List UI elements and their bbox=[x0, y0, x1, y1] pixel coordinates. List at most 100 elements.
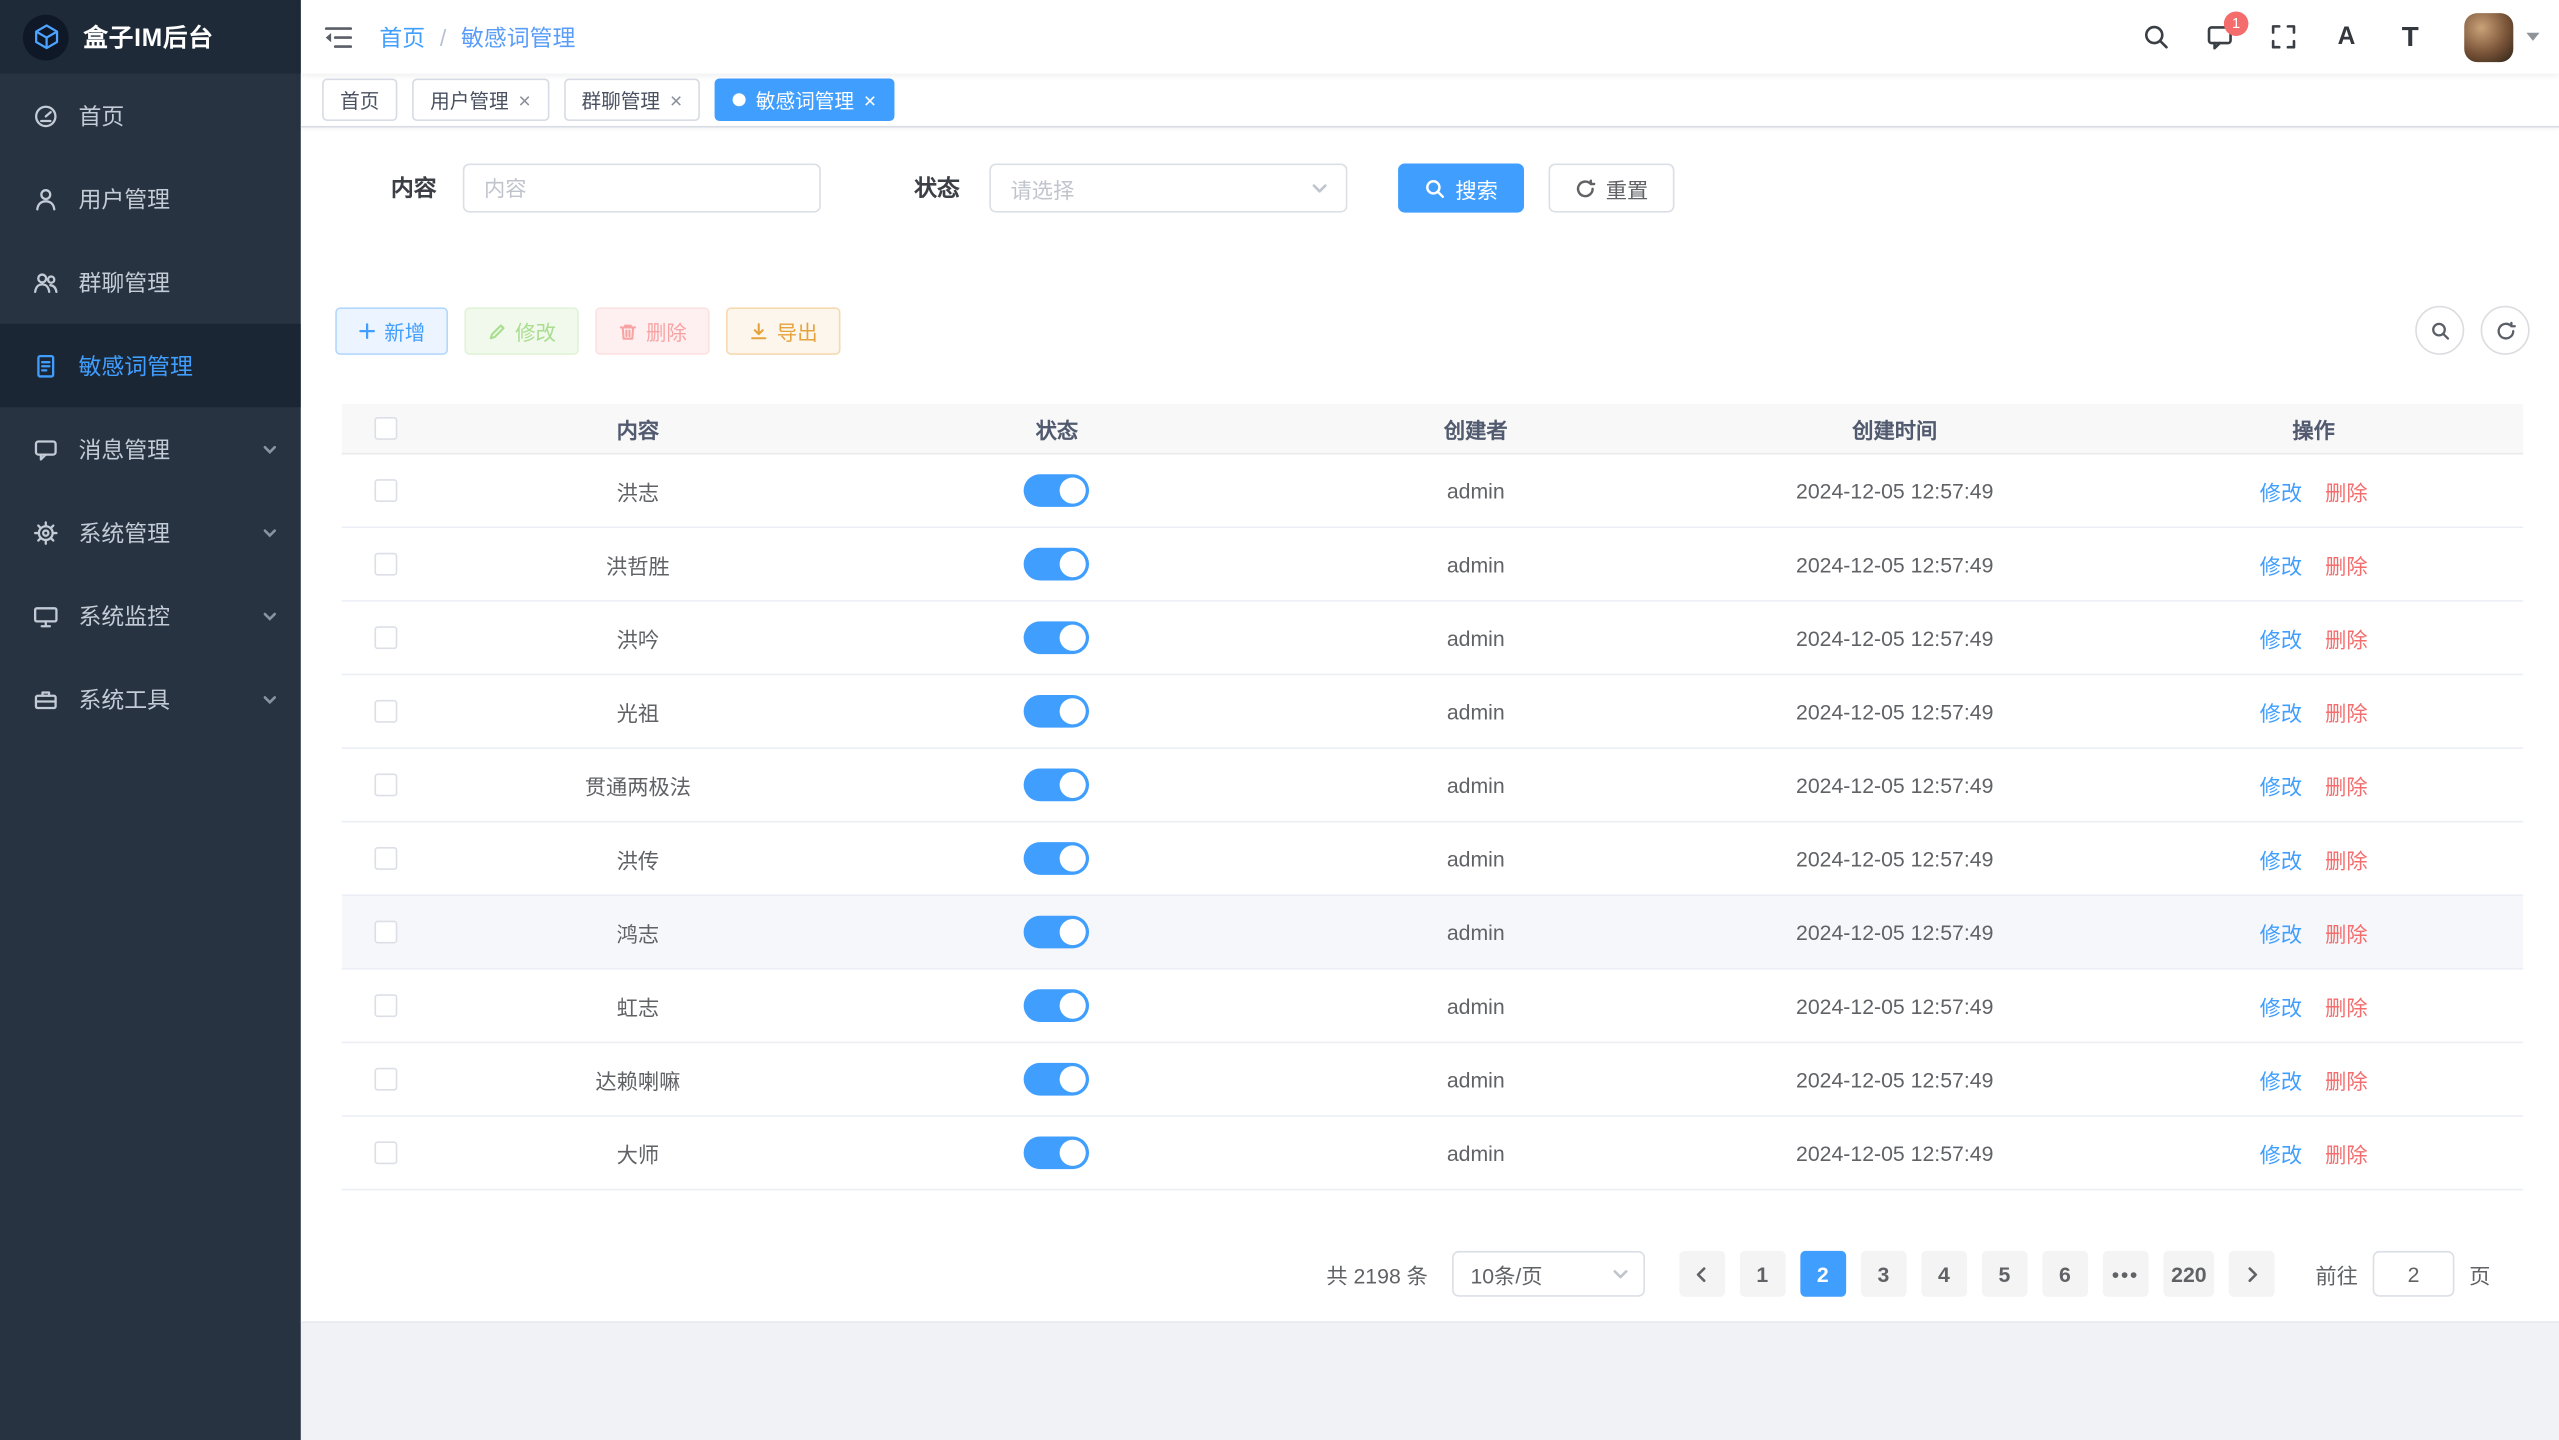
edit-button-label: 修改 bbox=[515, 316, 556, 347]
status-toggle[interactable] bbox=[1024, 621, 1089, 654]
close-icon[interactable]: × bbox=[670, 89, 682, 110]
status-toggle[interactable] bbox=[1024, 474, 1089, 507]
delete-link[interactable]: 删除 bbox=[2325, 1064, 2368, 1095]
edit-button[interactable]: 修改 bbox=[464, 307, 578, 354]
message-notification-icon[interactable]: 1 bbox=[2204, 22, 2233, 51]
select-all-checkbox[interactable] bbox=[374, 417, 397, 440]
delete-link[interactable]: 删除 bbox=[2325, 917, 2368, 948]
row-checkbox[interactable] bbox=[374, 553, 397, 576]
cell-created: 2024-12-05 12:57:49 bbox=[1685, 993, 2104, 1018]
breadcrumb-home[interactable]: 首页 bbox=[379, 20, 425, 53]
sidebar-item-system-mgmt[interactable]: 系统管理 bbox=[0, 491, 301, 574]
status-toggle[interactable] bbox=[1024, 842, 1089, 875]
fullscreen-icon[interactable] bbox=[2268, 22, 2297, 51]
pagination: 共 2198 条 10条/页 123456•••220 前往 页 bbox=[301, 1251, 2559, 1297]
tab-sensitive-words[interactable]: 敏感词管理 × bbox=[715, 78, 894, 121]
row-checkbox[interactable] bbox=[374, 700, 397, 723]
refresh-table-button[interactable] bbox=[2481, 306, 2530, 355]
col-header-status: 状态 bbox=[847, 413, 1266, 444]
add-button[interactable]: 新增 bbox=[335, 307, 448, 354]
edit-link[interactable]: 修改 bbox=[2260, 475, 2303, 506]
page-size-select[interactable]: 10条/页 bbox=[1452, 1251, 1645, 1297]
status-toggle[interactable] bbox=[1024, 1136, 1089, 1169]
row-checkbox[interactable] bbox=[374, 847, 397, 870]
search-button[interactable]: 搜索 bbox=[1398, 164, 1524, 213]
caret-down-icon[interactable] bbox=[2526, 33, 2539, 41]
status-toggle[interactable] bbox=[1024, 548, 1089, 581]
message-badge: 1 bbox=[2224, 11, 2249, 36]
export-button[interactable]: 导出 bbox=[726, 307, 840, 354]
status-toggle[interactable] bbox=[1024, 916, 1089, 949]
page-button[interactable]: 1 bbox=[1739, 1251, 1785, 1297]
cell-creator: admin bbox=[1266, 1141, 1685, 1166]
prev-page-button[interactable] bbox=[1679, 1251, 1725, 1297]
table-row: 洪吟 admin 2024-12-05 12:57:49 修改 删除 bbox=[342, 602, 2523, 676]
table-row: 光祖 admin 2024-12-05 12:57:49 修改 删除 bbox=[342, 675, 2523, 749]
edit-link[interactable]: 修改 bbox=[2260, 917, 2303, 948]
layout-size-icon[interactable]: T bbox=[2396, 22, 2425, 51]
edit-link[interactable]: 修改 bbox=[2260, 1137, 2303, 1168]
edit-link[interactable]: 修改 bbox=[2260, 769, 2303, 800]
edit-link[interactable]: 修改 bbox=[2260, 622, 2303, 653]
delete-button[interactable]: 删除 bbox=[595, 307, 709, 354]
page-more-button[interactable]: ••• bbox=[2102, 1251, 2148, 1297]
close-icon[interactable]: × bbox=[518, 89, 530, 110]
tab-group-mgmt[interactable]: 群聊管理 × bbox=[564, 78, 701, 121]
delete-link[interactable]: 删除 bbox=[2325, 769, 2368, 800]
status-toggle[interactable] bbox=[1024, 695, 1089, 728]
edit-link[interactable]: 修改 bbox=[2260, 843, 2303, 874]
search-icon[interactable] bbox=[2140, 22, 2169, 51]
tab-home[interactable]: 首页 bbox=[322, 78, 397, 121]
row-checkbox[interactable] bbox=[374, 921, 397, 944]
delete-link[interactable]: 删除 bbox=[2325, 622, 2368, 653]
sidebar-item-message-mgmt[interactable]: 消息管理 bbox=[0, 407, 301, 490]
sidebar-item-system-monitor[interactable]: 系统监控 bbox=[0, 574, 301, 657]
status-toggle[interactable] bbox=[1024, 1063, 1089, 1096]
delete-link[interactable]: 删除 bbox=[2325, 990, 2368, 1021]
refresh-icon bbox=[1575, 177, 1596, 198]
reset-button[interactable]: 重置 bbox=[1549, 164, 1675, 213]
close-icon[interactable]: × bbox=[864, 89, 876, 110]
tab-user-mgmt[interactable]: 用户管理 × bbox=[412, 78, 549, 121]
edit-link[interactable]: 修改 bbox=[2260, 549, 2303, 580]
toggle-knob bbox=[1060, 1066, 1086, 1092]
sidebar-item-label: 系统工具 bbox=[78, 683, 242, 716]
sidebar-toggle-icon[interactable] bbox=[324, 24, 353, 50]
page-button[interactable]: 2 bbox=[1800, 1251, 1846, 1297]
sidebar-item-home[interactable]: 首页 bbox=[0, 74, 301, 157]
status-select[interactable]: 请选择 bbox=[989, 164, 1347, 213]
edit-link[interactable]: 修改 bbox=[2260, 1064, 2303, 1095]
sidebar-item-sensitive-words[interactable]: 敏感词管理 bbox=[0, 324, 301, 407]
row-checkbox[interactable] bbox=[374, 479, 397, 502]
delete-link[interactable]: 删除 bbox=[2325, 843, 2368, 874]
row-checkbox[interactable] bbox=[374, 1068, 397, 1091]
font-size-icon[interactable]: A bbox=[2332, 22, 2361, 51]
delete-link[interactable]: 删除 bbox=[2325, 1137, 2368, 1168]
status-toggle[interactable] bbox=[1024, 989, 1089, 1022]
toggle-search-button[interactable] bbox=[2415, 306, 2464, 355]
sidebar-item-system-tools[interactable]: 系统工具 bbox=[0, 657, 301, 740]
page-button[interactable]: 4 bbox=[1921, 1251, 1967, 1297]
page-button[interactable]: 3 bbox=[1860, 1251, 1906, 1297]
sidebar-item-user-mgmt[interactable]: 用户管理 bbox=[0, 157, 301, 240]
edit-link[interactable]: 修改 bbox=[2260, 990, 2303, 1021]
status-toggle[interactable] bbox=[1024, 769, 1089, 802]
delete-link[interactable]: 删除 bbox=[2325, 475, 2368, 506]
delete-link[interactable]: 删除 bbox=[2325, 696, 2368, 727]
cell-creator: admin bbox=[1266, 552, 1685, 577]
page-button[interactable]: 5 bbox=[1981, 1251, 2027, 1297]
row-checkbox[interactable] bbox=[374, 1141, 397, 1164]
row-checkbox[interactable] bbox=[374, 773, 397, 796]
avatar[interactable] bbox=[2464, 12, 2513, 61]
sidebar-item-group-mgmt[interactable]: 群聊管理 bbox=[0, 240, 301, 323]
page-button[interactable]: 6 bbox=[2042, 1251, 2088, 1297]
edit-link[interactable]: 修改 bbox=[2260, 696, 2303, 727]
row-checkbox[interactable] bbox=[374, 626, 397, 649]
page-button[interactable]: 220 bbox=[2163, 1251, 2215, 1297]
row-checkbox[interactable] bbox=[374, 994, 397, 1017]
cell-content: 洪吟 bbox=[428, 622, 847, 653]
goto-page-input[interactable] bbox=[2373, 1251, 2455, 1297]
content-input[interactable] bbox=[463, 164, 821, 213]
next-page-button[interactable] bbox=[2230, 1251, 2276, 1297]
delete-link[interactable]: 删除 bbox=[2325, 549, 2368, 580]
